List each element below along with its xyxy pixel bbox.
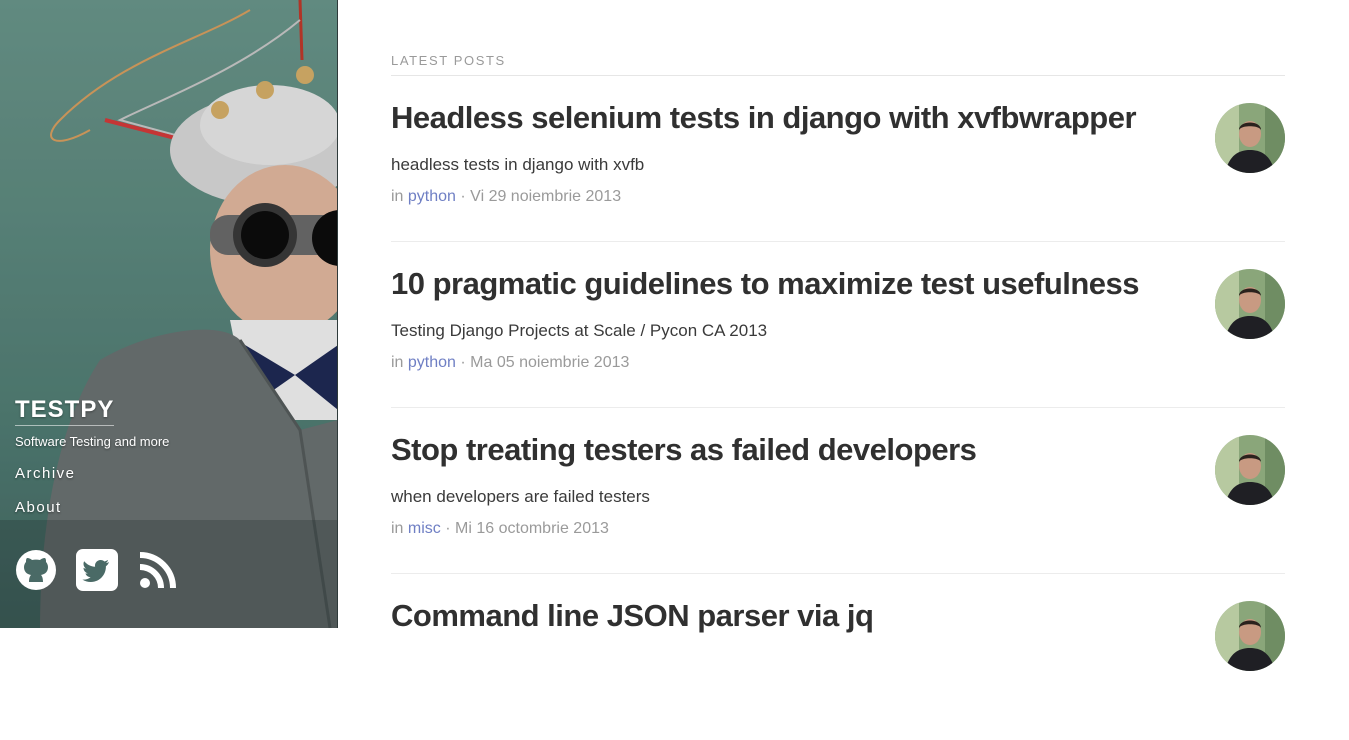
post-meta: in python · Vi 29 noiembrie 2013 [391, 188, 621, 206]
post-category-link[interactable]: python [408, 354, 456, 371]
author-avatar[interactable] [1215, 269, 1285, 339]
author-avatar[interactable] [1215, 601, 1285, 671]
post-category-link[interactable]: misc [408, 520, 441, 537]
sidebar-background-image [0, 0, 337, 628]
social-links [15, 549, 179, 591]
post-item: Command line JSON parser via jq [391, 574, 1285, 740]
post-item: 10 pragmatic guidelines to maximize test… [391, 242, 1285, 408]
post-title-link[interactable]: Stop treating testers as failed develope… [391, 432, 977, 468]
post-meta-prefix: in [391, 188, 404, 205]
post-meta-prefix: in [391, 520, 404, 537]
post-subtitle: headless tests in django with xvfb [391, 155, 645, 174]
github-icon[interactable] [15, 549, 57, 591]
post-title-link[interactable]: 10 pragmatic guidelines to maximize test… [391, 266, 1140, 302]
nav-about-link[interactable]: About [15, 498, 76, 532]
author-avatar[interactable] [1215, 435, 1285, 505]
site-tagline: Software Testing and more [15, 434, 170, 449]
post-meta-prefix: in [391, 354, 404, 371]
post-title-link[interactable]: Command line JSON parser via jq [391, 598, 874, 634]
nav-archive-link[interactable]: Archive [15, 464, 76, 498]
post-list: Headless selenium tests in django with x… [391, 76, 1285, 740]
post-date: · Mi 16 octombrie 2013 [445, 520, 609, 537]
post-item: Stop treating testers as failed develope… [391, 408, 1285, 574]
twitter-icon[interactable] [76, 549, 118, 591]
post-item: Headless selenium tests in django with x… [391, 76, 1285, 242]
post-category-link[interactable]: python [408, 188, 456, 205]
author-avatar[interactable] [1215, 103, 1285, 173]
post-date: · Ma 05 noiembrie 2013 [460, 354, 630, 371]
main-content: LATEST POSTS Headless selenium tests in … [391, 0, 1285, 740]
sidebar: TESTPY Software Testing and more Archive… [0, 0, 338, 628]
site-title-link[interactable]: TESTPY [15, 396, 115, 426]
post-title-link[interactable]: Headless selenium tests in django with x… [391, 100, 1137, 136]
post-meta: in python · Ma 05 noiembrie 2013 [391, 354, 629, 372]
post-meta: in misc · Mi 16 octombrie 2013 [391, 520, 609, 538]
rss-icon[interactable] [137, 549, 179, 591]
post-date: · Vi 29 noiembrie 2013 [460, 188, 622, 205]
sidebar-nav: Archive About [15, 464, 76, 532]
section-heading: LATEST POSTS [391, 53, 1285, 76]
post-subtitle: when developers are failed testers [391, 487, 650, 506]
post-subtitle: Testing Django Projects at Scale / Pycon… [391, 321, 768, 340]
brand: TESTPY Software Testing and more [15, 396, 169, 449]
